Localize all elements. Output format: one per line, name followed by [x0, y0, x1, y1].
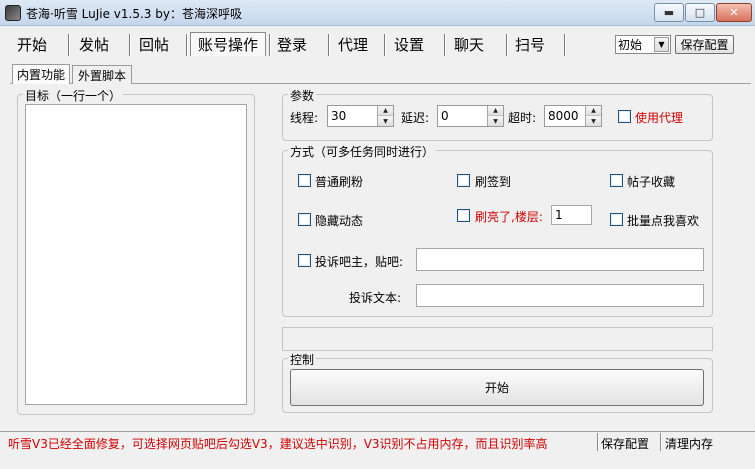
status-separator: [597, 433, 598, 451]
hide-activity-checkbox[interactable]: [298, 213, 311, 226]
timeout-label: 超时:: [508, 111, 537, 125]
spin-up-icon[interactable]: ▲: [487, 106, 503, 116]
spin-up-icon[interactable]: ▲: [585, 106, 601, 116]
spin-down-icon[interactable]: ▼: [377, 116, 393, 126]
spin-down-icon[interactable]: ▼: [585, 116, 601, 126]
minimize-button[interactable]: ▬: [654, 3, 684, 22]
tab-separator: [269, 34, 270, 56]
use-proxy-label: 使用代理: [635, 111, 684, 125]
tab-reply[interactable]: 回帖: [134, 32, 174, 56]
target-list-input[interactable]: [25, 104, 247, 405]
control-group-label: 控制: [288, 351, 317, 368]
progress-box: [282, 327, 713, 351]
app-icon: [5, 5, 21, 21]
subtab-external-script[interactable]: 外置脚本: [72, 65, 132, 84]
tab-post[interactable]: 发帖: [74, 32, 114, 56]
tab-start[interactable]: 开始: [12, 32, 52, 56]
tab-separator: [564, 34, 565, 56]
tab-scan[interactable]: 扫号: [510, 32, 550, 56]
tab-separator: [186, 34, 187, 56]
status-separator: [660, 433, 661, 451]
sign-in-checkbox[interactable]: [457, 174, 470, 187]
status-bar-divider: [0, 431, 755, 432]
tab-separator: [68, 34, 69, 56]
delay-value: 0: [441, 109, 449, 123]
report-admin-checkbox[interactable]: [298, 254, 311, 267]
timeout-value: 8000: [548, 109, 579, 123]
status-save-config-button[interactable]: 保存配置: [601, 435, 649, 452]
tab-settings[interactable]: 设置: [389, 32, 429, 56]
report-text-label: 投诉文本:: [349, 291, 402, 305]
sign-in-label: 刷签到: [475, 175, 512, 189]
clear-memory-button[interactable]: 清理内存: [665, 435, 713, 452]
maximize-button[interactable]: □: [685, 3, 715, 22]
timeout-stepper[interactable]: 8000 ▲ ▼: [544, 105, 602, 127]
use-proxy-checkbox[interactable]: [618, 110, 631, 123]
subtab-builtin[interactable]: 内置功能: [12, 64, 70, 84]
chevron-down-icon[interactable]: ▼: [654, 37, 669, 52]
spin-up-icon[interactable]: ▲: [377, 106, 393, 116]
close-button[interactable]: ✕: [716, 3, 752, 22]
brush-light-label: 刷亮了,楼层:: [475, 210, 543, 224]
start-button[interactable]: 开始: [290, 369, 704, 406]
threads-value: 30: [331, 109, 347, 123]
report-forum-input[interactable]: [416, 248, 704, 271]
threads-stepper[interactable]: 30 ▲ ▼: [327, 105, 394, 127]
batch-like-label: 批量点我喜欢: [627, 214, 700, 228]
tab-account-ops[interactable]: 账号操作: [190, 32, 266, 56]
normal-fans-label: 普通刷粉: [315, 175, 364, 189]
tab-separator: [506, 34, 507, 56]
params-group-label: 参数: [288, 87, 317, 104]
threads-label: 线程:: [290, 111, 319, 125]
profile-select[interactable]: 初始 ▼: [615, 35, 671, 54]
delay-label: 延迟:: [401, 111, 430, 125]
tab-proxy[interactable]: 代理: [333, 32, 373, 56]
delay-stepper[interactable]: 0 ▲ ▼: [437, 105, 504, 127]
profile-select-value: 初始: [618, 38, 643, 52]
methods-group-label: 方式（可多任务同时进行）: [288, 143, 437, 160]
tab-separator: [129, 34, 130, 56]
tab-login[interactable]: 登录: [272, 32, 312, 56]
batch-like-checkbox[interactable]: [610, 213, 623, 226]
spin-down-icon[interactable]: ▼: [487, 116, 503, 126]
favorite-post-label: 帖子收藏: [627, 175, 676, 189]
favorite-post-checkbox[interactable]: [610, 174, 623, 187]
tab-separator: [444, 34, 445, 56]
normal-fans-checkbox[interactable]: [298, 174, 311, 187]
tab-chat[interactable]: 聊天: [449, 32, 489, 56]
brush-light-checkbox[interactable]: [457, 209, 470, 222]
target-group-label: 目标（一行一个）: [23, 87, 124, 104]
report-admin-label: 投诉吧主，贴吧:: [315, 255, 404, 269]
floor-input[interactable]: 1: [551, 205, 592, 225]
window-title: 苍海·听雪 LuJie v1.5.3 by：苍海深呼吸: [26, 7, 242, 21]
tab-separator: [328, 34, 329, 56]
tab-separator: [384, 34, 385, 56]
hide-activity-label: 隐藏动态: [315, 214, 364, 228]
save-config-button[interactable]: 保存配置: [675, 35, 734, 54]
status-message: 听雪V3已经全面修复，可选择网页贴吧后勾选V3，建议选中识别，V3识别不占用内存…: [8, 437, 548, 451]
report-text-input[interactable]: [416, 284, 704, 307]
